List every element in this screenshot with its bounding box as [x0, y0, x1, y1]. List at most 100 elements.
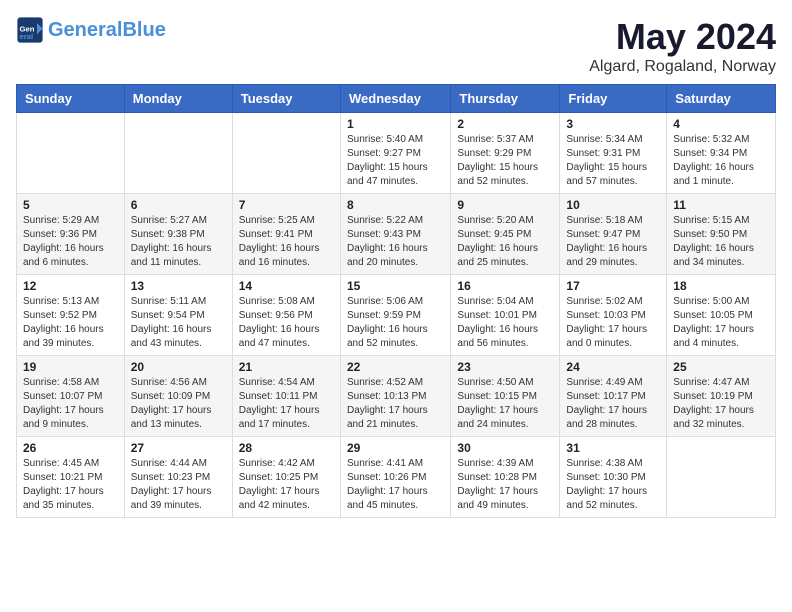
day-info: Sunrise: 4:47 AM Sunset: 10:19 PM Daylig… — [673, 376, 769, 432]
day-info: Sunrise: 4:50 AM Sunset: 10:15 PM Daylig… — [457, 376, 553, 432]
logo-text: GeneralBlue — [48, 20, 166, 40]
calendar-cell: 12 Sunrise: 5:13 AM Sunset: 9:52 PM Dayli… — [17, 275, 125, 356]
day-info: Sunrise: 5:22 AM Sunset: 9:43 PM Dayligh… — [347, 214, 444, 270]
day-info: Sunrise: 4:45 AM Sunset: 10:21 PM Daylig… — [23, 457, 118, 513]
day-info: Sunrise: 4:58 AM Sunset: 10:07 PM Daylig… — [23, 376, 118, 432]
day-number: 23 — [457, 360, 553, 374]
logo: Gen eral GeneralBlue — [16, 16, 166, 44]
calendar-cell: 26 Sunrise: 4:45 AM Sunset: 10:21 PM Dayl… — [17, 437, 125, 518]
day-info: Sunrise: 4:42 AM Sunset: 10:25 PM Daylig… — [239, 457, 334, 513]
day-number: 16 — [457, 279, 553, 293]
calendar-cell: 28 Sunrise: 4:42 AM Sunset: 10:25 PM Dayl… — [232, 437, 340, 518]
calendar-cell: 10 Sunrise: 5:18 AM Sunset: 9:47 PM Dayli… — [560, 194, 667, 275]
day-number: 14 — [239, 279, 334, 293]
calendar-cell — [17, 113, 125, 194]
day-number: 5 — [23, 198, 118, 212]
day-number: 22 — [347, 360, 444, 374]
calendar-cell: 4 Sunrise: 5:32 AM Sunset: 9:34 PM Daylig… — [667, 113, 776, 194]
day-number: 30 — [457, 441, 553, 455]
day-info: Sunrise: 5:34 AM Sunset: 9:31 PM Dayligh… — [566, 133, 660, 189]
day-number: 29 — [347, 441, 444, 455]
header: Gen eral GeneralBlue May 2024 Algard, Ro… — [16, 16, 776, 76]
day-number: 21 — [239, 360, 334, 374]
weekday-header-saturday: Saturday — [667, 85, 776, 113]
day-info: Sunrise: 5:40 AM Sunset: 9:27 PM Dayligh… — [347, 133, 444, 189]
day-info: Sunrise: 4:52 AM Sunset: 10:13 PM Daylig… — [347, 376, 444, 432]
title-area: May 2024 Algard, Rogaland, Norway — [589, 16, 776, 76]
calendar-cell: 21Sunrise: 4:54 AM Sunset: 10:11 PM Dayl… — [232, 356, 340, 437]
calendar-week-row: 12 Sunrise: 5:13 AM Sunset: 9:52 PM Dayli… — [17, 275, 776, 356]
day-info: Sunrise: 4:56 AM Sunset: 10:09 PM Daylig… — [131, 376, 226, 432]
day-number: 2 — [457, 117, 553, 131]
calendar-cell: 5 Sunrise: 5:29 AM Sunset: 9:36 PM Daylig… — [17, 194, 125, 275]
day-info: Sunrise: 5:32 AM Sunset: 9:34 PM Dayligh… — [673, 133, 769, 189]
calendar-cell: 2 Sunrise: 5:37 AM Sunset: 9:29 PM Daylig… — [451, 113, 560, 194]
day-number: 1 — [347, 117, 444, 131]
calendar-cell — [667, 437, 776, 518]
calendar-cell: 29Sunrise: 4:41 AM Sunset: 10:26 PM Dayl… — [340, 437, 450, 518]
main-title: May 2024 — [589, 16, 776, 58]
day-info: Sunrise: 5:00 AM Sunset: 10:05 PM Daylig… — [673, 295, 769, 351]
day-number: 4 — [673, 117, 769, 131]
calendar-cell: 24 Sunrise: 4:49 AM Sunset: 10:17 PM Dayl… — [560, 356, 667, 437]
weekday-header-sunday: Sunday — [17, 85, 125, 113]
day-info: Sunrise: 5:18 AM Sunset: 9:47 PM Dayligh… — [566, 214, 660, 270]
calendar-table: SundayMondayTuesdayWednesdayThursdayFrid… — [16, 84, 776, 518]
calendar-cell: 11Sunrise: 5:15 AM Sunset: 9:50 PM Dayli… — [667, 194, 776, 275]
calendar-cell: 14 Sunrise: 5:08 AM Sunset: 9:56 PM Dayli… — [232, 275, 340, 356]
day-info: Sunrise: 5:27 AM Sunset: 9:38 PM Dayligh… — [131, 214, 226, 270]
day-info: Sunrise: 5:20 AM Sunset: 9:45 PM Dayligh… — [457, 214, 553, 270]
logo-general: General — [48, 19, 122, 41]
day-number: 18 — [673, 279, 769, 293]
calendar-cell: 27 Sunrise: 4:44 AM Sunset: 10:23 PM Dayl… — [124, 437, 232, 518]
day-number: 25 — [673, 360, 769, 374]
calendar-cell: 8 Sunrise: 5:22 AM Sunset: 9:43 PM Daylig… — [340, 194, 450, 275]
day-info: Sunrise: 5:37 AM Sunset: 9:29 PM Dayligh… — [457, 133, 553, 189]
calendar-cell: 7 Sunrise: 5:25 AM Sunset: 9:41 PM Daylig… — [232, 194, 340, 275]
subtitle: Algard, Rogaland, Norway — [589, 58, 776, 76]
day-info: Sunrise: 5:29 AM Sunset: 9:36 PM Dayligh… — [23, 214, 118, 270]
calendar-cell: 9Sunrise: 5:20 AM Sunset: 9:45 PM Daylig… — [451, 194, 560, 275]
day-info: Sunrise: 5:13 AM Sunset: 9:52 PM Dayligh… — [23, 295, 118, 351]
day-number: 26 — [23, 441, 118, 455]
calendar-week-row: 1 Sunrise: 5:40 AM Sunset: 9:27 PM Daylig… — [17, 113, 776, 194]
day-number: 3 — [566, 117, 660, 131]
day-info: Sunrise: 5:11 AM Sunset: 9:54 PM Dayligh… — [131, 295, 226, 351]
day-number: 13 — [131, 279, 226, 293]
day-info: Sunrise: 5:02 AM Sunset: 10:03 PM Daylig… — [566, 295, 660, 351]
day-number: 7 — [239, 198, 334, 212]
calendar-cell — [232, 113, 340, 194]
day-info: Sunrise: 4:44 AM Sunset: 10:23 PM Daylig… — [131, 457, 226, 513]
calendar-cell: 23 Sunrise: 4:50 AM Sunset: 10:15 PM Dayl… — [451, 356, 560, 437]
day-number: 6 — [131, 198, 226, 212]
calendar-cell: 18 Sunrise: 5:00 AM Sunset: 10:05 PM Dayl… — [667, 275, 776, 356]
day-info: Sunrise: 5:04 AM Sunset: 10:01 PM Daylig… — [457, 295, 553, 351]
day-number: 19 — [23, 360, 118, 374]
weekday-header-monday: Monday — [124, 85, 232, 113]
day-number: 8 — [347, 198, 444, 212]
calendar-cell: 17Sunrise: 5:02 AM Sunset: 10:03 PM Dayl… — [560, 275, 667, 356]
calendar-week-row: 5 Sunrise: 5:29 AM Sunset: 9:36 PM Daylig… — [17, 194, 776, 275]
day-number: 28 — [239, 441, 334, 455]
day-info: Sunrise: 5:25 AM Sunset: 9:41 PM Dayligh… — [239, 214, 334, 270]
day-number: 11 — [673, 198, 769, 212]
day-number: 12 — [23, 279, 118, 293]
day-number: 10 — [566, 198, 660, 212]
calendar-cell: 30 Sunrise: 4:39 AM Sunset: 10:28 PM Dayl… — [451, 437, 560, 518]
calendar-cell: 6 Sunrise: 5:27 AM Sunset: 9:38 PM Daylig… — [124, 194, 232, 275]
calendar-cell: 16 Sunrise: 5:04 AM Sunset: 10:01 PM Dayl… — [451, 275, 560, 356]
day-info: Sunrise: 5:08 AM Sunset: 9:56 PM Dayligh… — [239, 295, 334, 351]
calendar-week-row: 26 Sunrise: 4:45 AM Sunset: 10:21 PM Dayl… — [17, 437, 776, 518]
calendar-cell: 13 Sunrise: 5:11 AM Sunset: 9:54 PM Dayli… — [124, 275, 232, 356]
calendar-cell — [124, 113, 232, 194]
day-info: Sunrise: 4:39 AM Sunset: 10:28 PM Daylig… — [457, 457, 553, 513]
logo-blue: Blue — [122, 19, 165, 41]
calendar-cell: 3 Sunrise: 5:34 AM Sunset: 9:31 PM Daylig… — [560, 113, 667, 194]
day-number: 27 — [131, 441, 226, 455]
svg-text:eral: eral — [20, 32, 34, 41]
calendar-cell: 20Sunrise: 4:56 AM Sunset: 10:09 PM Dayl… — [124, 356, 232, 437]
weekday-header-tuesday: Tuesday — [232, 85, 340, 113]
day-info: Sunrise: 4:49 AM Sunset: 10:17 PM Daylig… — [566, 376, 660, 432]
day-number: 24 — [566, 360, 660, 374]
weekday-header-row: SundayMondayTuesdayWednesdayThursdayFrid… — [17, 85, 776, 113]
